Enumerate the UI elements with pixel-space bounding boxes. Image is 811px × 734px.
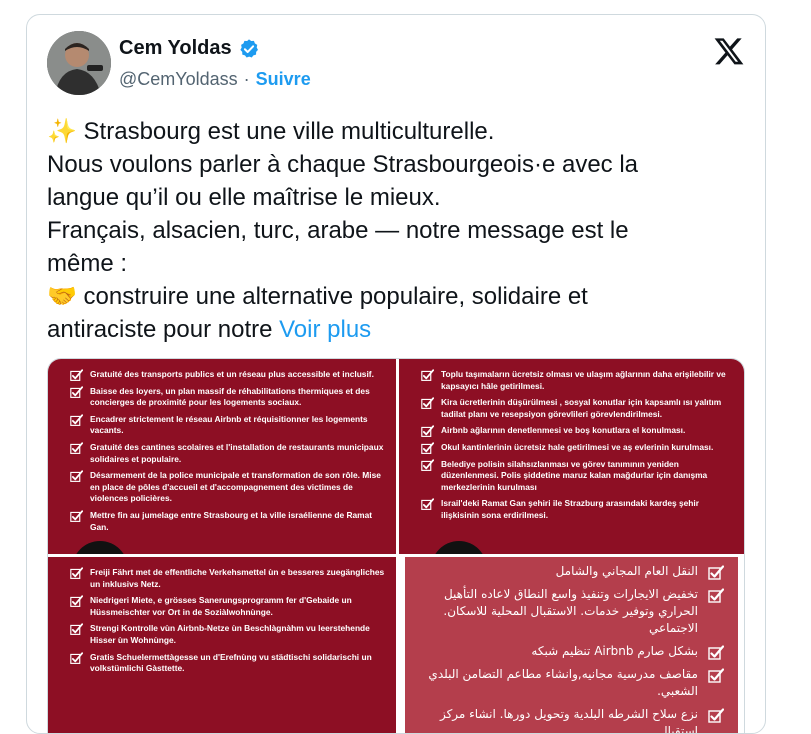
media-panel-arabic[interactable]: النقل العام المجاني والشامل تخفيض الايجار… <box>399 557 744 734</box>
list-item-text: Gratis Schuelermettàgesse un d'Erefnùng … <box>90 651 372 674</box>
list-item-text: Israil'deki Ramat Gan şehiri ile Strazbu… <box>441 498 700 520</box>
tweet-line-text: antiraciste pour notre <box>47 316 280 343</box>
list-item-text: Belediye polisin silahsızlanması ve göre… <box>441 458 708 492</box>
list-item: Désarmement de la police municipale et t… <box>70 470 386 505</box>
checkbox-icon <box>421 498 434 511</box>
list-item-text: Strengi Kontrolle vùn Airbnb-Netze ùn Be… <box>90 623 370 645</box>
checkbox-icon <box>708 645 724 660</box>
tweet-line: Nous voulons parler à chaque Strasbourge… <box>47 151 639 178</box>
avatar[interactable] <box>47 31 111 95</box>
list-item: Baisse des loyers, un plan massif de réh… <box>70 386 386 409</box>
tweet-header: Cem Yoldas @CemYoldass · Suivre <box>47 31 747 95</box>
media-panel-french[interactable]: Gratuité des transports publics et un ré… <box>48 359 396 554</box>
list-item-text: بشكل صارم Airbnb تنظيم شبكه <box>531 644 698 658</box>
checkbox-icon <box>70 369 83 381</box>
follow-button[interactable]: Suivre <box>256 69 311 90</box>
arabic-list: النقل العام المجاني والشامل تخفيض الايجار… <box>417 563 724 734</box>
list-item-text: Gratuité des transports publics et un ré… <box>90 369 374 379</box>
list-item: Mettre fin au jumelage entre Strasbourg … <box>70 510 386 533</box>
checkbox-icon <box>70 414 83 426</box>
tweet-media[interactable]: Gratuité des transports publics et un ré… <box>47 358 745 734</box>
list-item-text: Kira ücretlerinin düşürülmesi , sosyal k… <box>441 397 722 419</box>
tweet-line-last: antiraciste pour notre Voir plus <box>47 313 747 346</box>
checkbox-icon <box>70 385 83 398</box>
list-item: مقاصف مدرسية مجانيه,وانشاء مطاعم التضامن… <box>417 666 724 700</box>
checkbox-icon <box>70 510 83 522</box>
checkbox-icon <box>70 623 83 636</box>
media-panel-turkish[interactable]: Toplu taşımaların ücretsiz olması ve ula… <box>399 359 744 554</box>
list-item-text: Toplu taşımaların ücretsiz olması ve ula… <box>441 369 726 391</box>
tweet-line: ✨ Strasbourg est une ville multiculturel… <box>47 118 495 145</box>
tweet-card: Cem Yoldas @CemYoldass · Suivre ✨ Strasb… <box>26 14 766 734</box>
handle-row: @CemYoldass · Suivre <box>119 69 311 90</box>
x-logo-icon[interactable] <box>713 35 745 67</box>
list-item: Airbnb ağlarının denetlenmesi ve boş kon… <box>421 425 736 438</box>
list-item-text: تخفيض الايجارات وتنفيذ واسع النطاق لاعاد… <box>443 587 698 635</box>
verified-badge-icon <box>240 38 258 58</box>
tweet-line: Français, alsacien, turc, arabe — notre … <box>47 217 629 244</box>
list-item: Toplu taşımaların ücretsiz olması ve ula… <box>421 369 736 392</box>
checkbox-icon <box>708 588 724 603</box>
author-name-row: Cem Yoldas <box>119 37 260 60</box>
author-handle[interactable]: @CemYoldass <box>119 69 238 90</box>
french-list: Gratuité des transports publics et un ré… <box>70 369 386 538</box>
list-item: Kira ücretlerinin düşürülmesi , sosyal k… <box>421 397 736 420</box>
checkbox-icon <box>70 651 83 664</box>
list-item: Belediye polisin silahsızlanması ve göre… <box>421 459 736 494</box>
avatar-photo <box>47 31 111 95</box>
list-item: Freiji Fährt met de effentliche Verkehsm… <box>70 567 386 590</box>
list-item-text: Baisse des loyers, un plan massif de réh… <box>90 385 370 408</box>
media-panel-alsatian[interactable]: Freiji Fährt met de effentliche Verkehsm… <box>48 557 396 733</box>
checkbox-icon <box>421 458 434 471</box>
arabic-panel-background: النقل العام المجاني والشامل تخفيض الايجار… <box>405 557 738 734</box>
author-name[interactable]: Cem Yoldas <box>119 37 232 60</box>
tweet-line: même : <box>47 250 128 277</box>
checkbox-icon <box>70 595 83 608</box>
list-item-text: Gratuité des cantines scolaires et l'ins… <box>90 441 384 464</box>
tweet-text: ✨ Strasbourg est une ville multiculturel… <box>47 115 747 346</box>
list-item-text: Freiji Fährt met de effentliche Verkehsm… <box>90 567 385 589</box>
list-item: Gratis Schuelermettàgesse un d'Erefnùng … <box>70 652 386 675</box>
turkish-list: Toplu taşımaların ücretsiz olması ve ula… <box>421 369 736 527</box>
list-item: Okul kantinlerinin ücretsiz hale getiril… <box>421 442 736 454</box>
list-item: بشكل صارم Airbnb تنظيم شبكه <box>417 643 724 660</box>
checkbox-icon <box>70 567 83 579</box>
list-item: Encadrer strictement le réseau Airbnb et… <box>70 414 386 437</box>
list-item: Israil'deki Ramat Gan şehiri ile Strazbu… <box>421 498 736 521</box>
checkbox-icon <box>70 470 83 483</box>
list-item-text: Désarmement de la police municipale et t… <box>90 470 381 504</box>
checkbox-icon <box>708 565 724 580</box>
checkbox-icon <box>421 425 434 438</box>
list-item: Gratuité des cantines scolaires et l'ins… <box>70 442 386 465</box>
list-item-text: Airbnb ağlarının denetlenmesi ve boş kon… <box>441 425 686 436</box>
checkbox-icon <box>421 369 434 381</box>
checkbox-icon <box>70 442 83 454</box>
checkbox-icon <box>708 668 724 683</box>
checkbox-icon <box>708 708 724 723</box>
separator-dot: · <box>243 69 250 89</box>
tweet-line: langue qu’il ou elle maîtrise le mieux. <box>47 184 441 211</box>
portrait-silhouette <box>431 541 487 554</box>
list-item-text: Niedrigeri Miete, e grösses Sanerungspro… <box>90 595 352 617</box>
list-item-text: النقل العام المجاني والشامل <box>555 564 698 578</box>
list-item: النقل العام المجاني والشامل <box>417 563 724 580</box>
alsatian-list: Freiji Fährt met de effentliche Verkehsm… <box>70 567 386 680</box>
list-item: Niedrigeri Miete, e grösses Sanerungspro… <box>70 595 386 618</box>
list-item-text: نزع سلاح الشرطه البلدية وتحويل دورها. ان… <box>439 707 698 734</box>
tweet-line: 🤝 construire une alternative populaire, … <box>47 283 588 310</box>
list-item-text: Encadrer strictement le réseau Airbnb et… <box>90 413 368 436</box>
portrait-silhouette <box>72 541 128 554</box>
list-item: Strengi Kontrolle vùn Airbnb-Netze ùn Be… <box>70 623 386 646</box>
list-item: Gratuité des transports publics et un ré… <box>70 369 386 381</box>
checkbox-icon <box>421 442 434 454</box>
list-item-text: Mettre fin au jumelage entre Strasbourg … <box>90 509 373 532</box>
list-item: تخفيض الايجارات وتنفيذ واسع النطاق لاعاد… <box>417 586 724 637</box>
see-more-link[interactable]: Voir plus <box>279 316 371 343</box>
list-item-text: Okul kantinlerinin ücretsiz hale getiril… <box>441 441 714 452</box>
checkbox-icon <box>421 397 434 410</box>
list-item: نزع سلاح الشرطه البلدية وتحويل دورها. ان… <box>417 706 724 734</box>
list-item-text: مقاصف مدرسية مجانيه,وانشاء مطاعم التضامن… <box>428 667 698 698</box>
